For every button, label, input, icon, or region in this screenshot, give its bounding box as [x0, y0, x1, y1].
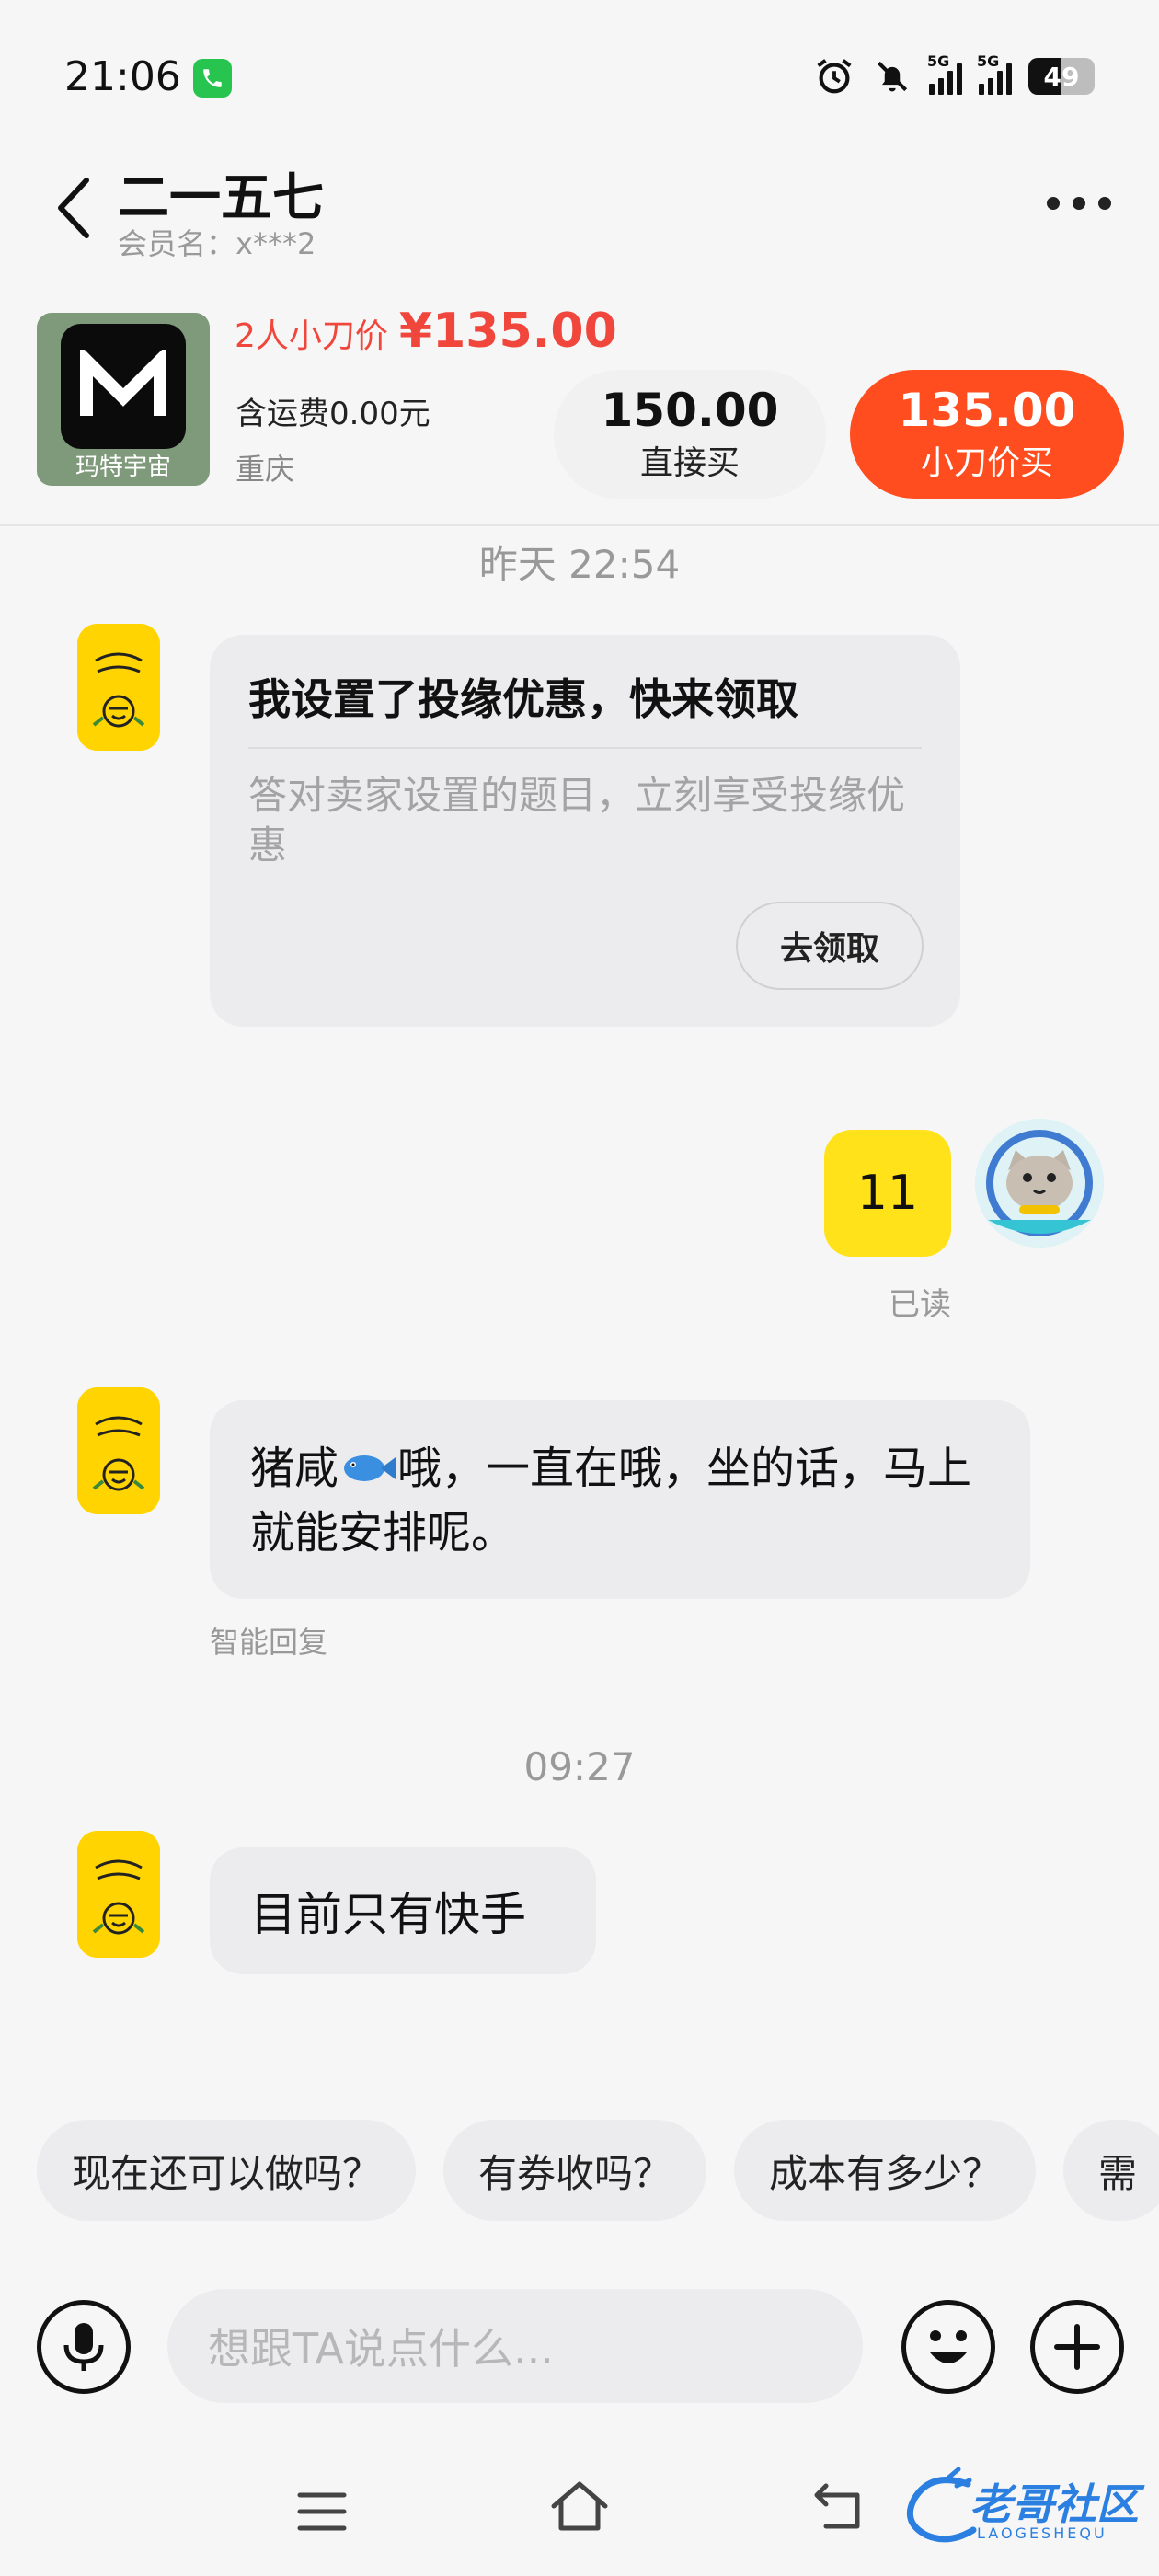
- battery-level: 49: [1043, 61, 1080, 92]
- quick-reply-chip[interactable]: 成本有多少？: [734, 2120, 1037, 2221]
- timestamp: 09:27: [523, 1744, 636, 1789]
- status-icons: 5G 5G 49: [813, 52, 1095, 98]
- seller-message[interactable]: 目前只有快手: [210, 1847, 596, 1974]
- watermark-text: 老哥社区: [970, 2479, 1139, 2529]
- coupon-description: 答对卖家设置的题目，立刻享受投缘优惠: [248, 773, 906, 868]
- coupon-title: 我设置了投缘优惠，快来领取: [248, 674, 798, 724]
- coupon-divider: [248, 747, 922, 749]
- status-time: 21:06: [64, 53, 181, 100]
- back-arrow-icon: [814, 2483, 860, 2529]
- seller-avatar[interactable]: [77, 1831, 160, 1958]
- product-brand-text: 玛特宇宙: [75, 454, 171, 481]
- member-name: 会员名：x***2: [118, 226, 316, 261]
- my-avatar[interactable]: [975, 1119, 1104, 1248]
- menu-icon: [297, 2492, 347, 2531]
- buy-kanjia-button[interactable]: 135.00 小刀价买: [850, 370, 1124, 499]
- more-actions-button[interactable]: [1030, 2300, 1124, 2394]
- quick-replies: 现在还可以做吗？ 有券收吗？ 成本有多少？ 需: [37, 2120, 1159, 2221]
- product-image[interactable]: 玛特宇宙: [37, 313, 210, 486]
- shipping-fee: 含运费0.00元: [235, 396, 430, 432]
- seller-message[interactable]: 猪咸 哦，一直在哦，坐的话，马上就能安排呢。: [210, 1400, 1030, 1599]
- plus-icon: [1054, 2324, 1100, 2370]
- back-button[interactable]: [52, 171, 98, 245]
- chevron-left-icon: [58, 178, 89, 238]
- quick-reply-chip[interactable]: 现在还可以做吗？: [37, 2120, 417, 2221]
- timestamp: 昨天 22:54: [478, 542, 681, 587]
- voice-button[interactable]: [37, 2300, 131, 2394]
- more-dot-icon: [1098, 197, 1111, 210]
- nav-back-button[interactable]: [811, 2480, 866, 2536]
- battery-icon: 49: [1028, 58, 1095, 95]
- message-text-part1: 猪咸: [250, 1443, 339, 1494]
- seller-avatar[interactable]: [77, 1387, 160, 1514]
- emoji-button[interactable]: [901, 2300, 995, 2394]
- kanjia-price: 135.00: [898, 383, 1076, 437]
- chat-title: 二一五七: [118, 168, 324, 228]
- home-icon: [551, 2481, 608, 2531]
- quick-reply-chip[interactable]: 需: [1063, 2120, 1159, 2221]
- claim-coupon-button[interactable]: 去领取: [736, 902, 924, 990]
- nav-menu-button[interactable]: [296, 2490, 348, 2537]
- smile-icon: [930, 2330, 967, 2363]
- price-line: 2人小刀价 ¥135.00: [235, 304, 617, 359]
- quick-reply-chip[interactable]: 有券收吗？: [443, 2120, 707, 2221]
- mute-bell-icon: [877, 61, 908, 92]
- kanjia-label: 小刀价买: [920, 443, 1053, 482]
- dragon-logo-icon: [906, 2467, 977, 2543]
- my-message-bubble[interactable]: 11: [824, 1130, 951, 1257]
- direct-price: 150.00: [601, 383, 779, 437]
- smart-reply-tag: 智能回复: [210, 1625, 328, 1660]
- coupon-card[interactable]: 我设置了投缘优惠，快来领取 答对卖家设置的题目，立刻享受投缘优惠 去领取: [210, 635, 960, 1027]
- signal-1-icon: 5G: [927, 52, 962, 95]
- brand-logo-icon: [61, 324, 186, 449]
- price-value: ¥135.00: [398, 304, 617, 359]
- nav-home-button[interactable]: [548, 2478, 611, 2537]
- watermark: 老哥社区 LAOGESHEQU: [903, 2466, 1144, 2554]
- divider: [0, 524, 1159, 526]
- fish-emoji-icon: [344, 1455, 396, 1481]
- buy-direct-button[interactable]: 150.00 直接买: [554, 370, 826, 499]
- direct-label: 直接买: [639, 443, 740, 482]
- alarm-icon: [817, 59, 852, 94]
- location: 重庆: [235, 452, 295, 487]
- seller-avatar[interactable]: [77, 624, 160, 751]
- more-button[interactable]: [1047, 197, 1111, 210]
- signal-2-icon: 5G: [977, 52, 1012, 95]
- read-status: 已读: [889, 1286, 951, 1323]
- phone-call-icon: [193, 59, 232, 98]
- more-dot-icon: [1047, 197, 1060, 210]
- more-dot-icon: [1073, 197, 1085, 210]
- message-input[interactable]: 想跟TA说点什么...: [167, 2289, 863, 2403]
- price-label: 2人小刀价: [235, 317, 388, 355]
- watermark-subtext: LAOGESHEQU: [977, 2524, 1107, 2542]
- microphone-icon: [63, 2323, 104, 2371]
